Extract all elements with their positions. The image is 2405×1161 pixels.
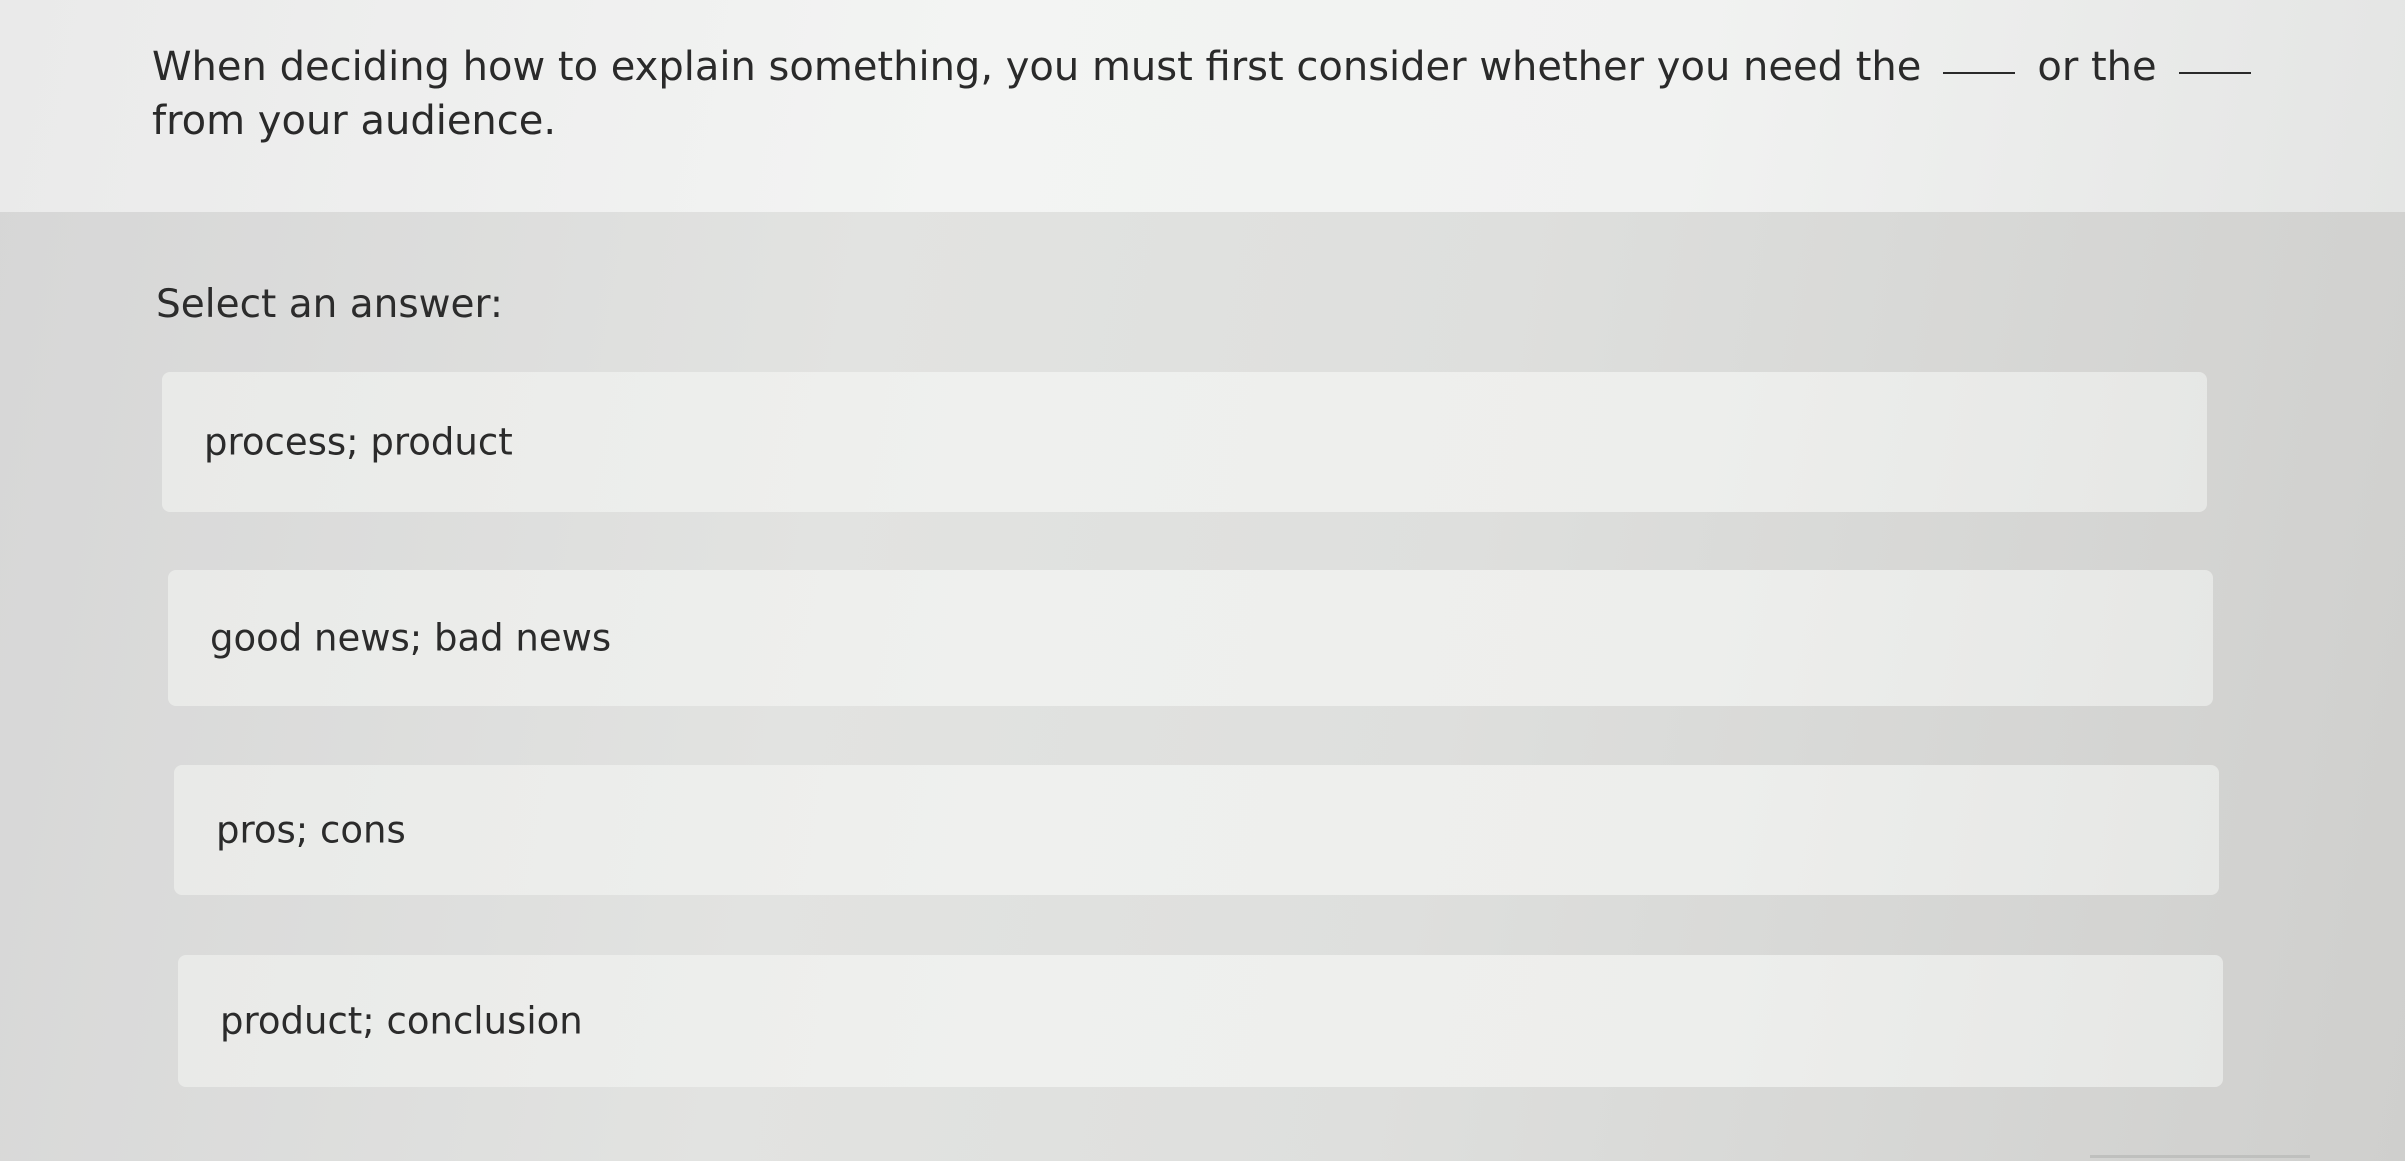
- answer-prompt: Select an answer:: [156, 282, 504, 327]
- answer-option-label: pros; cons: [216, 808, 406, 852]
- question-part-1: When deciding how to explain something, …: [152, 44, 1922, 90]
- answer-option-label: product; conclusion: [220, 999, 583, 1043]
- divider: [2090, 1155, 2310, 1158]
- answer-option-good-news-bad-news[interactable]: good news; bad news: [168, 570, 2213, 706]
- answer-option-label: process; product: [204, 420, 513, 464]
- question-part-3: from your audience.: [152, 98, 557, 144]
- answer-option-label: good news; bad news: [210, 616, 612, 660]
- question-part-2: or the: [2037, 44, 2157, 90]
- answer-option-pros-cons[interactable]: pros; cons: [174, 765, 2219, 895]
- blank-1: [1943, 72, 2016, 74]
- blank-2: [2178, 72, 2251, 74]
- answer-option-product-conclusion[interactable]: product; conclusion: [178, 955, 2223, 1087]
- answer-option-process-product[interactable]: process; product: [162, 372, 2207, 512]
- question-text: When deciding how to explain something, …: [152, 40, 2302, 148]
